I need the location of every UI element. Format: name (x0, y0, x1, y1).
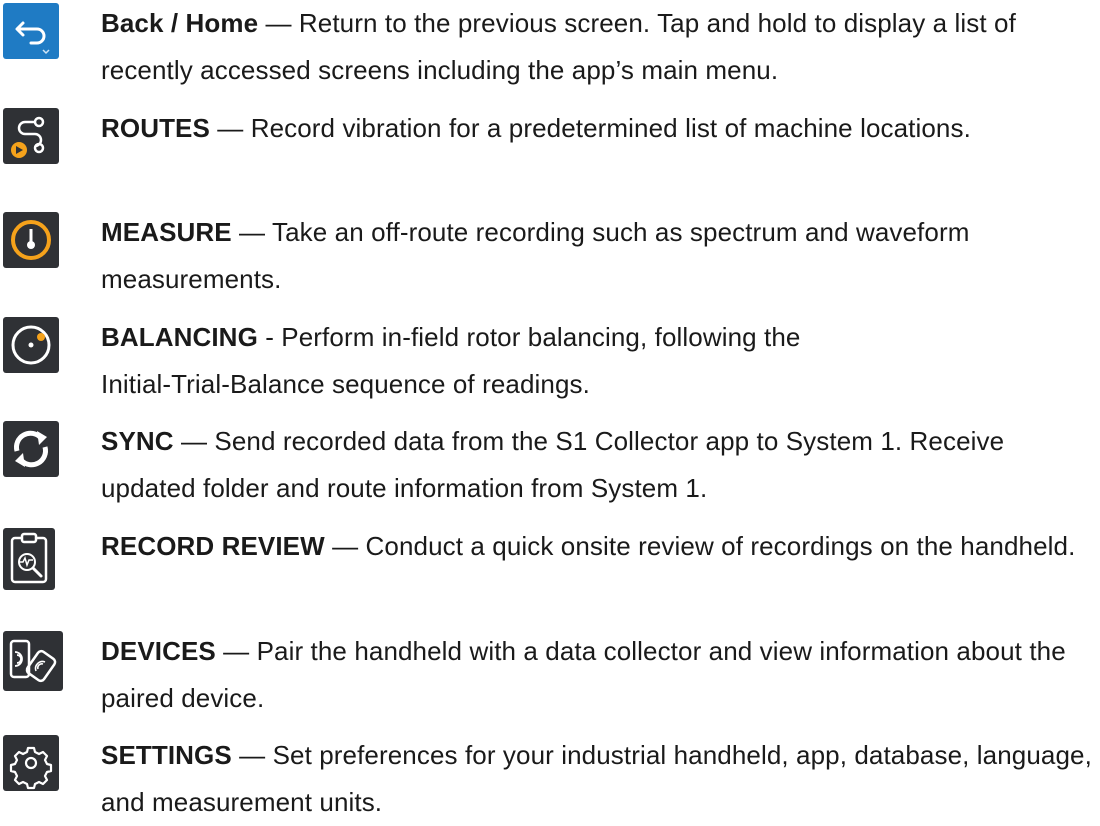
item-sep: — (215, 636, 257, 666)
item-name: Back / Home (101, 8, 259, 38)
item-name: DEVICES (101, 636, 216, 666)
measure-gauge-icon[interactable] (3, 212, 59, 268)
item-name: SETTINGS (101, 740, 232, 770)
list-item-text: BALANCING - Perform in-field rotor balan… (101, 314, 1096, 408)
settings-gear-icon[interactable] (3, 735, 59, 791)
item-description: Conduct a quick onsite review of recordi… (365, 531, 1076, 561)
item-description: Record vibration for a predetermined lis… (250, 113, 971, 143)
list-item-text: MEASURE — Take an off-route recording su… (101, 209, 1096, 303)
list-item-text: DEVICES — Pair the handheld with a data … (101, 628, 1096, 722)
item-name: MEASURE (101, 217, 232, 247)
item-description: Send recorded data from the S1 Collector… (101, 426, 1005, 503)
devices-icon[interactable] (3, 631, 63, 691)
item-description: Perform in-field rotor balancing, follow… (281, 322, 801, 352)
item-sep: — (231, 217, 272, 247)
record-review-icon[interactable] (3, 528, 55, 590)
sync-icon[interactable] (3, 421, 59, 477)
list-item-text: SYNC — Send recorded data from the S1 Co… (101, 418, 1096, 512)
list-item-text: ROUTES — Record vibration for a predeter… (101, 105, 1096, 152)
back-arrow-icon[interactable] (3, 3, 59, 59)
item-name: ROUTES (101, 113, 210, 143)
item-description-line2: Initial-Trial-Balance sequence of readin… (101, 369, 590, 399)
list-item-text: SETTINGS — Set preferences for your indu… (101, 732, 1096, 826)
balancing-icon[interactable] (3, 317, 59, 373)
item-sep: — (231, 740, 273, 770)
item-sep: — (173, 426, 215, 456)
item-name: RECORD REVIEW (101, 531, 325, 561)
item-sep: — (324, 531, 366, 561)
item-sep: - (257, 322, 282, 352)
item-sep: — (209, 113, 251, 143)
item-sep: — (258, 8, 299, 38)
routes-icon[interactable] (3, 108, 59, 164)
item-name: BALANCING (101, 322, 258, 352)
list-item-text: Back / Home — Return to the previous scr… (101, 0, 1096, 94)
list-item-text: RECORD REVIEW — Conduct a quick onsite r… (101, 523, 1096, 570)
item-name: SYNC (101, 426, 174, 456)
